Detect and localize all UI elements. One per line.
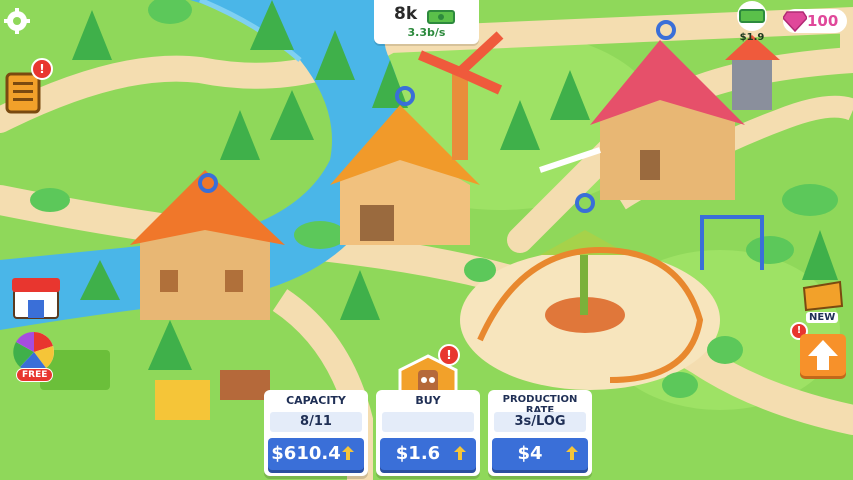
collect-cash-bubble[interactable]: $1.9	[730, 0, 774, 44]
shop-button[interactable]	[10, 274, 62, 320]
panel-title: BUY	[415, 394, 441, 407]
production-rate-price: $4	[517, 443, 543, 464]
cash-stack-icon	[427, 10, 455, 24]
new-label: NEW	[806, 312, 839, 323]
up-arrow-icon	[566, 446, 578, 460]
task-list-button[interactable]: !	[5, 58, 53, 114]
money-amount: 8k	[394, 4, 418, 24]
cash-bubble-icon	[737, 1, 767, 31]
buy-upgrade-button[interactable]: $1.6	[380, 438, 476, 470]
new-building-button[interactable]: NEW !	[790, 278, 846, 340]
money-rate: 3.3b/s	[407, 26, 446, 39]
prize-wheel-button[interactable]: FREE	[8, 330, 60, 384]
worker-alert-badge: !	[438, 344, 460, 366]
gear-icon[interactable]	[4, 8, 30, 34]
capacity-price: $610.4	[271, 443, 341, 464]
capacity-panel: CAPACITY 8/11 $610.4	[264, 390, 368, 476]
production-rate-upgrade-button[interactable]: $4	[492, 438, 588, 470]
money-display: 8k 3.3b/s	[374, 0, 479, 44]
cash-bubble-amount: $1.9	[739, 32, 765, 43]
gem-amount: 100	[807, 12, 839, 30]
capacity-upgrade-button[interactable]: $610.4	[268, 438, 364, 470]
free-label: FREE	[16, 368, 54, 382]
gem-icon	[783, 11, 807, 32]
up-arrow-icon	[454, 446, 466, 460]
gem-counter[interactable]: 100	[783, 9, 847, 33]
task-alert-badge: !	[31, 58, 53, 80]
buy-panel: BUY $1.6	[376, 390, 480, 476]
production-rate-value: 3s/LOG	[494, 412, 586, 432]
up-arrow-icon	[808, 340, 838, 370]
up-arrow-icon	[342, 446, 354, 460]
buy-value	[382, 412, 474, 432]
buy-price: $1.6	[395, 443, 441, 464]
capacity-value: 8/11	[270, 412, 362, 432]
upgrade-button[interactable]	[800, 334, 846, 376]
production-rate-panel: PRODUCTION RATE 3s/LOG $4	[488, 390, 592, 476]
new-building-icon	[802, 280, 844, 312]
panel-title: CAPACITY	[286, 394, 346, 407]
shop-icon	[12, 278, 60, 319]
